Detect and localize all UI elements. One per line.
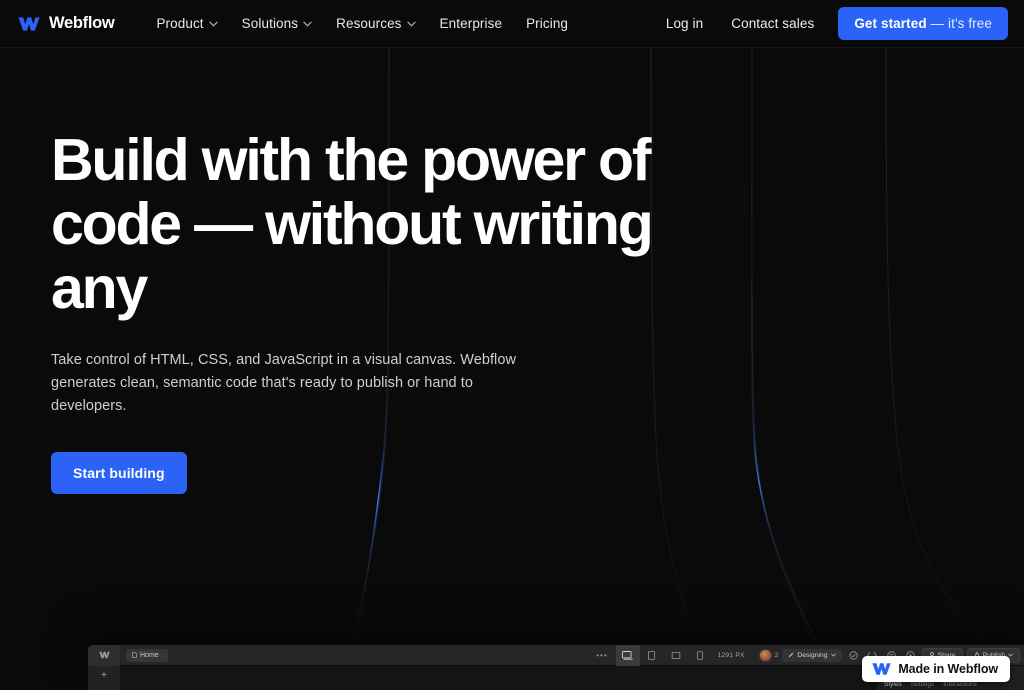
device-desktop-button[interactable] (615, 645, 640, 666)
nav-label: Solutions (241, 16, 299, 31)
page-title: Build with the power of code — without w… (51, 127, 654, 321)
pencil-icon (789, 652, 794, 658)
chevron-down-icon (303, 21, 312, 27)
get-started-label: Get started (854, 16, 927, 31)
nav-item-resources[interactable]: Resources (324, 10, 427, 37)
designer-page-label: Home (140, 651, 159, 659)
tablet-icon (648, 650, 656, 660)
login-link[interactable]: Log in (654, 10, 715, 37)
nav-label: Pricing (526, 16, 569, 31)
add-element-button[interactable]: + (101, 670, 107, 681)
designer-mode-dropdown[interactable]: Designing (782, 648, 842, 662)
designer-mode-label: Designing (797, 651, 828, 659)
designer-page-tab-home[interactable]: Home (126, 648, 168, 662)
collaborators[interactable]: 2 (758, 648, 779, 662)
nav-item-solutions[interactable]: Solutions (230, 10, 324, 37)
brand-logo-link[interactable]: Webflow (18, 14, 115, 33)
webflow-logo-icon (872, 663, 892, 675)
designer-overflow-menu[interactable]: ••• (588, 651, 615, 660)
brand-name: Webflow (49, 14, 115, 32)
made-in-webflow-label: Made in Webflow (898, 662, 998, 676)
nav-item-enterprise[interactable]: Enterprise (428, 10, 515, 37)
webflow-landing-page: Webflow Product Solutions Resources Ente… (0, 0, 1024, 690)
chevron-down-icon (1008, 653, 1013, 657)
designer-device-switcher (615, 645, 712, 666)
tab-settings[interactable]: Settings (911, 681, 935, 688)
chevron-down-icon (830, 653, 836, 657)
hero-section: Build with the power of code — without w… (0, 48, 1024, 494)
audit-check-icon (848, 650, 858, 660)
designer-left-rail: + (88, 666, 120, 690)
primary-navigation: Product Solutions Resources Enterprise P… (144, 10, 580, 37)
desktop-icon (622, 650, 633, 660)
start-building-button[interactable]: Start building (51, 452, 187, 494)
nav-label: Enterprise (439, 16, 503, 31)
chevron-down-icon (208, 21, 218, 27)
webflow-logo-icon (18, 16, 40, 31)
tablet-landscape-icon (671, 651, 680, 659)
designer-logo-button[interactable] (88, 645, 120, 666)
designer-panel-tabs: Styles Settings Interactions (884, 681, 1017, 688)
mobile-icon (696, 650, 703, 660)
nav-item-pricing[interactable]: Pricing (514, 10, 580, 37)
tab-styles[interactable]: Styles (884, 681, 902, 688)
site-header: Webflow Product Solutions Resources Ente… (0, 0, 1024, 48)
nav-item-product[interactable]: Product (144, 10, 229, 37)
collaborator-count: 2 (774, 651, 779, 659)
nav-label: Product (156, 16, 204, 31)
webflow-logo-icon (98, 651, 110, 659)
chevron-down-icon (406, 21, 416, 27)
contact-sales-link[interactable]: Contact sales (719, 10, 826, 37)
device-tablet-landscape-button[interactable] (664, 645, 688, 666)
get-started-sublabel: — it's free (926, 16, 992, 31)
get-started-button[interactable]: Get started — it's free (838, 7, 1008, 40)
nav-label: Resources (336, 16, 402, 31)
audit-check-button[interactable] (846, 648, 861, 663)
hero-subtitle: Take control of HTML, CSS, and JavaScrip… (51, 352, 516, 414)
device-tablet-portrait-button[interactable] (640, 645, 664, 666)
designer-canvas[interactable] (120, 666, 876, 690)
page-icon (132, 652, 137, 658)
header-actions: Log in Contact sales Get started — it's … (654, 7, 1008, 40)
designer-viewport-width: 1291 PX (717, 651, 745, 659)
device-mobile-button[interactable] (688, 645, 712, 666)
made-in-webflow-badge[interactable]: Made in Webflow (862, 656, 1010, 682)
avatar (758, 648, 772, 662)
tab-interactions[interactable]: Interactions (943, 681, 977, 688)
